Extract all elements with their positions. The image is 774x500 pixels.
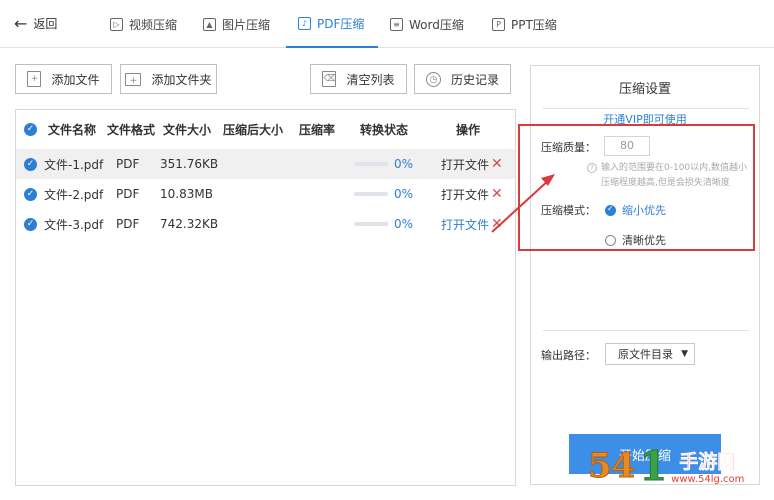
watermark-mid: 1 — [639, 442, 668, 490]
tab-label: PDF压缩 — [317, 16, 365, 31]
clear-list-label: 清空列表 — [346, 72, 395, 87]
select-all-checkbox[interactable]: ✓ — [24, 110, 37, 148]
file-name: 文件-3.pdf — [44, 217, 104, 232]
file-format: PDF — [116, 217, 140, 231]
file-size: 742.32KB — [160, 217, 219, 231]
open-file-link[interactable]: 打开文件 — [441, 209, 489, 239]
file-size: 351.76KB — [160, 157, 219, 171]
progress-percent: 0% — [394, 187, 414, 201]
header-rate: 压缩率 — [299, 122, 336, 137]
progress-bar — [354, 179, 388, 209]
table-header: ✓ 文件名称 文件格式 文件大小 压缩后大小 压缩率 转换状态 操作 — [16, 110, 515, 148]
open-file-link[interactable]: 打开文件 — [441, 179, 489, 209]
header-format: 文件格式 — [107, 122, 156, 137]
tab-video[interactable]: ▷ 视频压缩 — [110, 0, 177, 48]
history-button[interactable]: ◷ 历史记录 — [414, 64, 511, 94]
check-icon: ✓ — [24, 187, 37, 201]
progress-percent: 0% — [394, 157, 414, 171]
delete-icon[interactable]: ✕ — [491, 149, 503, 179]
trash-icon: ⌫ — [322, 71, 337, 87]
divider — [543, 108, 749, 109]
check-icon: ✓ — [24, 122, 37, 136]
history-label: 历史记录 — [450, 72, 499, 87]
header-name: 文件名称 — [48, 122, 97, 137]
back-button[interactable]: ← 返回 — [14, 15, 57, 32]
check-icon: ✓ — [24, 217, 37, 231]
header-status: 转换状态 — [360, 122, 409, 137]
header-compressed-size: 压缩后大小 — [223, 122, 284, 137]
image-icon: ▲ — [203, 17, 216, 31]
tab-label: PPT压缩 — [511, 17, 557, 32]
add-file-icon: + — [27, 71, 42, 87]
tab-label: 视频压缩 — [129, 17, 178, 32]
video-icon: ▷ — [110, 17, 123, 31]
add-file-label: 添加文件 — [51, 72, 100, 87]
tab-label: Word压缩 — [409, 17, 464, 32]
word-icon: ≡ — [390, 17, 403, 31]
file-format: PDF — [116, 157, 140, 171]
row-checkbox[interactable]: ✓ — [24, 149, 37, 179]
folder-icon: + — [125, 72, 142, 86]
output-path-select[interactable]: 原文件目录 ▼ — [605, 343, 695, 365]
watermark-number: 54 — [587, 446, 636, 487]
panel-title: 压缩设置 — [618, 82, 671, 97]
watermark-cn: 手游网 — [679, 451, 737, 474]
clear-list-button[interactable]: ⌫ 清空列表 — [310, 64, 407, 94]
table-row[interactable]: ✓ 文件-1.pdf PDF 351.76KB 0% 打开文件 ✕ — [16, 149, 515, 179]
clock-icon: ◷ — [425, 71, 441, 87]
file-format: PDF — [116, 187, 140, 201]
watermark-url: www.54lg.com — [671, 474, 745, 485]
divider — [543, 330, 749, 331]
watermark-text: 手游网 www.54lg.com — [671, 447, 744, 485]
back-arrow-icon: ← — [14, 13, 28, 33]
progress-bar — [354, 149, 388, 179]
file-size: 10.83MB — [160, 187, 213, 201]
back-label: 返回 — [33, 17, 58, 31]
dropdown-arrow-icon: ▼ — [681, 349, 688, 359]
table-row[interactable]: ✓ 文件-3.pdf PDF 742.32KB 0% 打开文件 ✕ — [16, 209, 515, 239]
add-folder-button[interactable]: + 添加文件夹 — [120, 64, 217, 94]
tab-label: 图片压缩 — [222, 17, 271, 32]
file-name: 文件-1.pdf — [44, 157, 104, 172]
output-label: 输出路径： — [541, 349, 596, 362]
tab-image[interactable]: ▲ 图片压缩 — [203, 0, 270, 48]
progress-bar — [354, 209, 388, 239]
add-file-button[interactable]: + 添加文件 — [15, 64, 112, 94]
site-watermark-logo: 54 1 手游网 www.54lg.com — [587, 432, 774, 500]
tab-ppt[interactable]: P PPT压缩 — [492, 0, 557, 48]
file-table: ✓ 文件名称 文件格式 文件大小 压缩后大小 压缩率 转换状态 操作 ✓ 文件-… — [15, 109, 516, 486]
file-name: 文件-2.pdf — [44, 187, 104, 202]
delete-icon[interactable]: ✕ — [491, 209, 503, 239]
row-checkbox[interactable]: ✓ — [24, 209, 37, 239]
ppt-icon: P — [492, 17, 505, 31]
check-icon: ✓ — [24, 157, 37, 171]
delete-icon[interactable]: ✕ — [491, 179, 503, 209]
tab-pdf[interactable]: ♪ PDF压缩 — [286, 0, 379, 48]
row-checkbox[interactable]: ✓ — [24, 179, 37, 209]
header-action: 操作 — [456, 122, 481, 137]
open-file-link[interactable]: 打开文件 — [441, 149, 489, 179]
pdf-icon: ♪ — [298, 16, 311, 30]
table-row[interactable]: ✓ 文件-2.pdf PDF 10.83MB 0% 打开文件 ✕ — [16, 179, 515, 209]
output-path-value: 原文件目录 — [618, 348, 673, 361]
header-size: 文件大小 — [163, 122, 212, 137]
highlight-box — [518, 124, 755, 251]
tab-word[interactable]: ≡ Word压缩 — [390, 0, 464, 48]
add-folder-label: 添加文件夹 — [151, 72, 212, 87]
top-bar: ← 返回 ▷ 视频压缩 ▲ 图片压缩 ♪ PDF压缩 ≡ Word压缩 P PP… — [0, 0, 774, 48]
progress-percent: 0% — [394, 217, 414, 231]
